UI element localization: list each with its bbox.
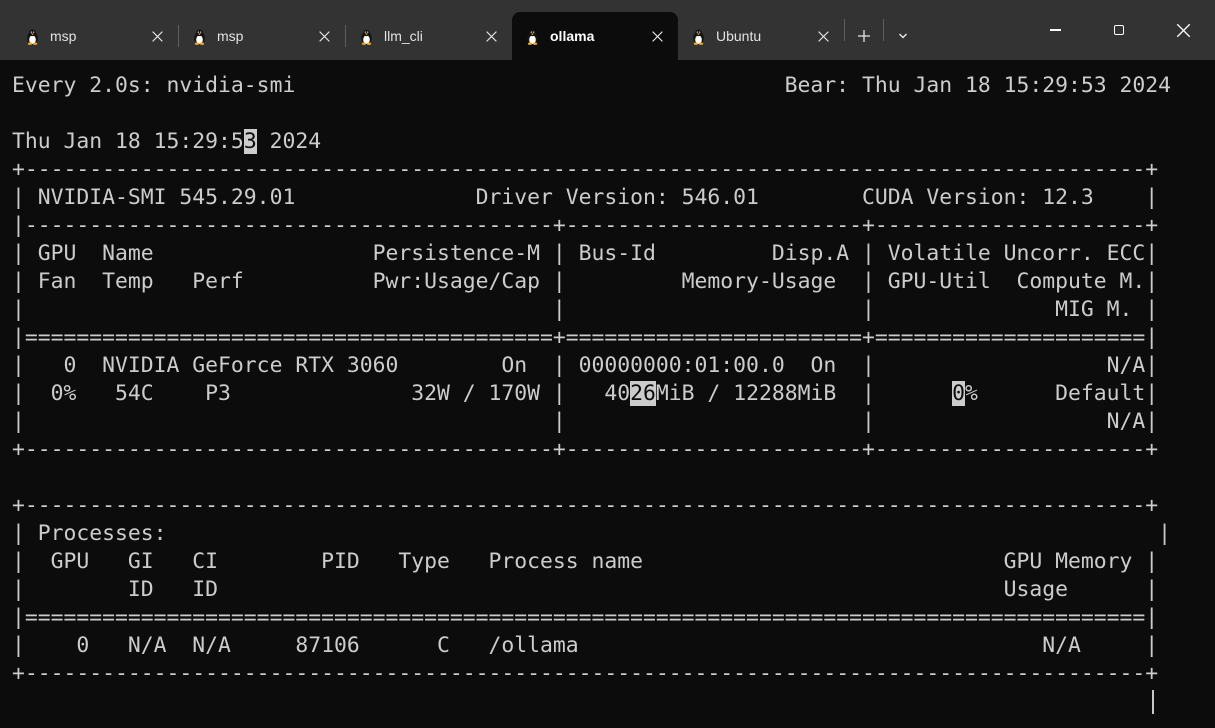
terminal-line: |---------------------------------------… <box>12 212 1215 240</box>
watch-header: Every 2.0s: nvidia-smi Bear: Thu Jan 18 … <box>12 72 1171 100</box>
maximize-button[interactable] <box>1087 0 1151 60</box>
close-button[interactable] <box>1151 0 1215 60</box>
linux-tux-penguin-icon <box>191 28 208 45</box>
cursor-line <box>12 688 1215 716</box>
tab-close-button[interactable] <box>812 25 834 47</box>
terminal-line: | Fan Temp Perf Pwr:Usage/Cap | Memory-U… <box>12 268 1215 296</box>
chevron-down-icon <box>897 30 909 42</box>
linux-tux-penguin-icon <box>524 28 541 45</box>
terminal-line: | NVIDIA-SMI 545.29.01 Driver Version: 5… <box>12 184 1215 212</box>
tab-close-button[interactable] <box>646 25 668 47</box>
terminal-line: | 0 NVIDIA GeForce RTX 3060 On | 0000000… <box>12 352 1215 380</box>
watch-host-timestamp: Bear: Thu Jan 18 15:29:53 2024 <box>785 72 1171 100</box>
terminal-line: | GPU GI CI PID Type Process name GPU Me… <box>12 548 1215 576</box>
terminal-line: +---------------------------------------… <box>12 436 1215 464</box>
linux-tux-penguin-icon <box>690 28 707 45</box>
terminal-lines: Thu Jan 18 15:29:53 2024+---------------… <box>12 100 1215 688</box>
terminal-line: +---------------------------------------… <box>12 660 1215 688</box>
terminal-line: | Processes: | <box>12 520 1215 548</box>
terminal-line: |=======================================… <box>12 604 1215 632</box>
tab-msp[interactable]: msp <box>179 12 345 60</box>
tab-label: llm_cli <box>384 28 471 44</box>
terminal-pane[interactable]: Every 2.0s: nvidia-smi Bear: Thu Jan 18 … <box>0 60 1215 728</box>
terminal-line: +---------------------------------------… <box>12 156 1215 184</box>
terminal-line: Thu Jan 18 15:29:53 2024 <box>12 128 1215 156</box>
terminal-line: | | | MIG M. | <box>12 296 1215 324</box>
new-tab-button[interactable] <box>845 12 883 60</box>
terminal-line: +---------------------------------------… <box>12 492 1215 520</box>
minimize-icon <box>1050 29 1061 31</box>
tab-bar-tabs: msp msp llm_cli <box>12 12 844 60</box>
terminal-line <box>12 100 1215 128</box>
tab-close-button[interactable] <box>146 25 168 47</box>
tab-close-button[interactable] <box>313 25 335 47</box>
tab-label: msp <box>217 28 304 44</box>
terminal-line: |=======================================… <box>12 324 1215 352</box>
diff-highlight: 0 <box>952 381 965 406</box>
tab-Ubuntu[interactable]: Ubuntu <box>678 12 844 60</box>
tab-close-button[interactable] <box>480 25 502 47</box>
terminal-cursor <box>1152 690 1154 714</box>
watch-interval-command: Every 2.0s: nvidia-smi <box>12 72 295 100</box>
tab-ollama-active[interactable]: ollama <box>512 12 678 60</box>
diff-highlight: 26 <box>630 381 656 406</box>
terminal-line: | 0 N/A N/A 87106 C /ollama N/A | <box>12 632 1215 660</box>
window-controls <box>1023 0 1215 60</box>
terminal-line: | ID ID Usage | <box>12 576 1215 604</box>
diff-highlight: 3 <box>244 129 257 154</box>
tab-label: ollama <box>550 28 637 44</box>
title-bar: msp msp llm_cli <box>0 0 1215 60</box>
terminal-line <box>12 464 1215 492</box>
terminal-line: | GPU Name Persistence-M | Bus-Id Disp.A… <box>12 240 1215 268</box>
tab-llm_cli[interactable]: llm_cli <box>346 12 512 60</box>
tab-label: Ubuntu <box>716 28 803 44</box>
linux-tux-penguin-icon <box>358 28 375 45</box>
terminal-window: msp msp llm_cli <box>0 0 1215 728</box>
tab-label: msp <box>50 28 137 44</box>
minimize-button[interactable] <box>1023 0 1087 60</box>
close-icon <box>1176 23 1191 38</box>
tab-msp[interactable]: msp <box>12 12 178 60</box>
terminal-line: | | | N/A| <box>12 408 1215 436</box>
tab-dropdown-button[interactable] <box>884 12 922 60</box>
plus-icon <box>857 29 871 43</box>
maximize-icon <box>1114 25 1124 35</box>
terminal-line: | 0% 54C P3 32W / 170W | 4026MiB / 12288… <box>12 380 1215 408</box>
linux-tux-penguin-icon <box>24 28 41 45</box>
